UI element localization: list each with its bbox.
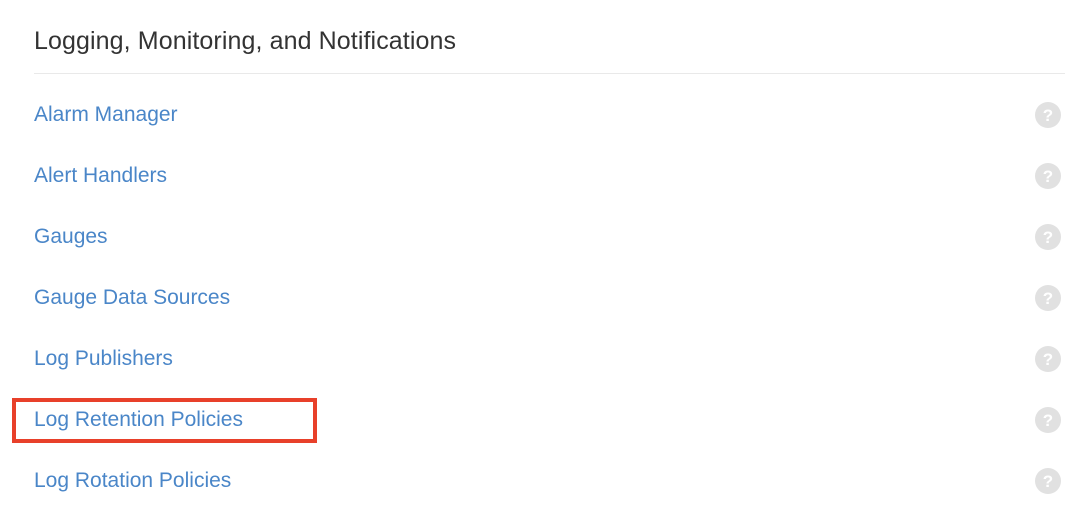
svg-text:?: ? xyxy=(1043,228,1053,247)
help-icon[interactable]: ? xyxy=(1035,407,1061,433)
config-link[interactable]: Alert Handlers xyxy=(34,163,167,189)
svg-text:?: ? xyxy=(1043,106,1053,125)
list-item: Log Publishers? xyxy=(0,333,1091,394)
help-icon[interactable]: ? xyxy=(1035,224,1061,250)
configuration-page: Logging, Monitoring, and Notifications A… xyxy=(0,0,1091,531)
svg-text:?: ? xyxy=(1043,289,1053,308)
config-link[interactable]: Log Publishers xyxy=(34,346,173,372)
svg-text:?: ? xyxy=(1043,472,1053,491)
config-link[interactable]: Alarm Manager xyxy=(34,102,178,128)
page-title: Logging, Monitoring, and Notifications xyxy=(34,27,457,55)
list-item: Log Retention Policies? xyxy=(0,394,1091,455)
config-link[interactable]: Gauge Data Sources xyxy=(34,285,230,311)
svg-text:?: ? xyxy=(1043,167,1053,186)
config-link-list: Alarm Manager? Alert Handlers? Gauges? Gaug… xyxy=(0,89,1091,516)
help-icon[interactable]: ? xyxy=(1035,285,1061,311)
list-item: Gauge Data Sources? xyxy=(0,272,1091,333)
svg-text:?: ? xyxy=(1043,411,1053,430)
title-divider xyxy=(34,73,1065,74)
list-item: Alert Handlers? xyxy=(0,150,1091,211)
help-icon[interactable]: ? xyxy=(1035,163,1061,189)
config-link[interactable]: Gauges xyxy=(34,224,108,250)
help-icon[interactable]: ? xyxy=(1035,102,1061,128)
list-item: Log Rotation Policies? xyxy=(0,455,1091,516)
config-link[interactable]: Log Retention Policies xyxy=(34,407,243,433)
help-icon[interactable]: ? xyxy=(1035,468,1061,494)
list-item: Alarm Manager? xyxy=(0,89,1091,150)
config-link[interactable]: Log Rotation Policies xyxy=(34,468,231,494)
svg-text:?: ? xyxy=(1043,350,1053,369)
list-item: Gauges? xyxy=(0,211,1091,272)
help-icon[interactable]: ? xyxy=(1035,346,1061,372)
